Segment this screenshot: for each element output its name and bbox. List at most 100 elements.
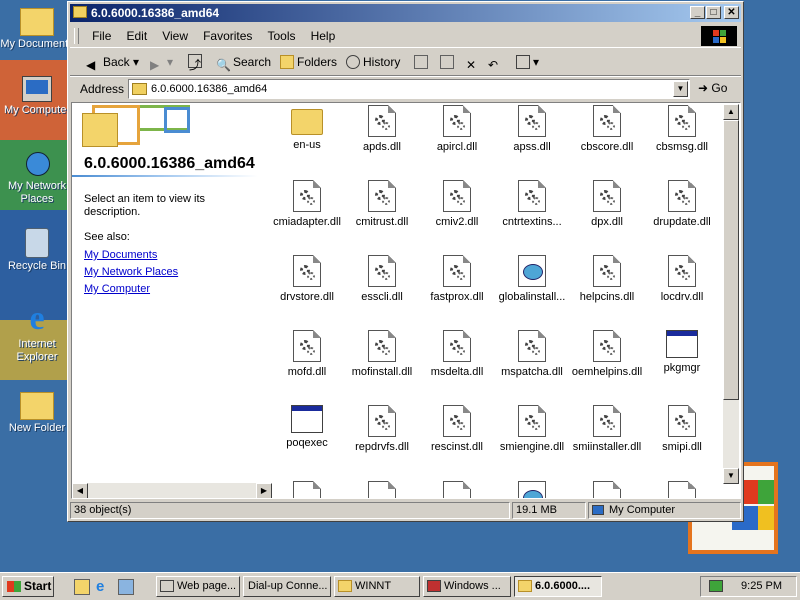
- desktop-icon-internet-explorer[interactable]: e Internet Explorer: [0, 302, 74, 364]
- file-item[interactable]: mofd.dll: [269, 330, 345, 379]
- file-item[interactable]: drupdate.dll: [644, 180, 720, 229]
- desktop-icon-my-computer[interactable]: My Computer: [0, 76, 74, 117]
- scroll-up-button[interactable]: ▲: [723, 104, 739, 120]
- file-item[interactable]: smiengine.dll: [494, 405, 570, 454]
- file-item[interactable]: [644, 481, 720, 498]
- delete-icon: ✕: [466, 58, 477, 72]
- desktop-icon-new-folder[interactable]: New Folder: [0, 388, 74, 435]
- address-input[interactable]: 6.0.6000.16386_amd64 ▼: [128, 79, 690, 99]
- taskbar: Start e Web page... Dial-up Conne... WIN…: [0, 572, 800, 600]
- desktop-icon-my-documents[interactable]: My Documents: [0, 4, 74, 51]
- address-dropdown-button[interactable]: ▼: [673, 81, 688, 97]
- file-item[interactable]: pkgmgr: [644, 330, 720, 375]
- gear-icon: [532, 197, 540, 205]
- delete-button[interactable]: ✕: [466, 52, 483, 72]
- file-item[interactable]: smipi.dll: [644, 405, 720, 454]
- menu-tools[interactable]: Tools: [262, 25, 302, 47]
- file-item[interactable]: mspatcha.dll: [494, 330, 570, 379]
- task-windows[interactable]: Windows ...: [423, 576, 511, 597]
- forward-button[interactable]: ▶ ▾: [150, 52, 173, 72]
- file-item[interactable]: esscli.dll: [344, 255, 420, 304]
- scroll-right-button[interactable]: ▶: [256, 483, 272, 498]
- file-item[interactable]: apircl.dll: [419, 105, 495, 154]
- menu-help[interactable]: Help: [305, 25, 342, 47]
- scroll-left-button[interactable]: ◀: [72, 483, 88, 498]
- history-button[interactable]: History: [346, 52, 400, 72]
- file-item[interactable]: [569, 481, 645, 498]
- file-item[interactable]: repdrvfs.dll: [344, 405, 420, 454]
- gear-icon: [607, 347, 615, 355]
- file-item[interactable]: cbsmsg.dll: [644, 105, 720, 154]
- desktop-icon-network[interactable]: My Network Places: [0, 150, 74, 206]
- address-value: 6.0.6000.16386_amd64: [151, 83, 268, 95]
- file-name: mofd.dll: [287, 366, 327, 378]
- clock[interactable]: 9:25 PM: [741, 580, 782, 592]
- outlook-express-icon[interactable]: [118, 579, 134, 595]
- menu-edit[interactable]: Edit: [120, 25, 153, 47]
- file-item[interactable]: globalinstall...: [494, 255, 570, 304]
- file-item[interactable]: apds.dll: [344, 105, 420, 154]
- file-item[interactable]: locdrv.dll: [644, 255, 720, 304]
- toolbar-grip[interactable]: [74, 28, 79, 44]
- file-item[interactable]: cmitrust.dll: [344, 180, 420, 229]
- horizontal-scrollbar[interactable]: ◀ ▶: [72, 483, 272, 498]
- file-item[interactable]: [494, 481, 570, 498]
- task-winnt[interactable]: WINNT: [334, 576, 420, 597]
- file-item[interactable]: [344, 481, 420, 498]
- desktop-icon-label: Recycle Bin: [7, 260, 67, 272]
- file-item[interactable]: helpcins.dll: [569, 255, 645, 304]
- task-web-page[interactable]: Web page...: [156, 576, 240, 597]
- vertical-scrollbar[interactable]: ▲ ▼: [723, 104, 739, 484]
- file-item[interactable]: drvstore.dll: [269, 255, 345, 304]
- link-my-documents[interactable]: My Documents: [84, 249, 157, 261]
- internet-explorer-icon[interactable]: e: [96, 579, 112, 595]
- desktop-icon-recycle-bin[interactable]: Recycle Bin: [0, 228, 74, 273]
- move-to-button[interactable]: [414, 52, 431, 72]
- start-button[interactable]: Start: [2, 576, 54, 597]
- file-item[interactable]: cmiv2.dll: [419, 180, 495, 229]
- file-item[interactable]: poqexec: [269, 405, 345, 450]
- menu-favorites[interactable]: Favorites: [197, 25, 258, 47]
- file-name: cmitrust.dll: [355, 216, 409, 228]
- title-bar[interactable]: 6.0.6000.16386_amd64 _ □ ✕: [70, 4, 741, 22]
- maximize-button[interactable]: □: [706, 6, 721, 19]
- file-name: locdrv.dll: [660, 291, 704, 303]
- task-current-folder[interactable]: 6.0.6000....: [514, 576, 602, 597]
- file-item[interactable]: cbscore.dll: [569, 105, 645, 154]
- views-button[interactable]: ▾: [516, 52, 539, 72]
- scroll-thumb[interactable]: [723, 120, 739, 400]
- network-tray-icon[interactable]: [709, 580, 723, 592]
- minimize-button[interactable]: _: [690, 6, 705, 19]
- file-item[interactable]: [419, 481, 495, 498]
- scroll-down-button[interactable]: ▼: [723, 468, 739, 484]
- search-button[interactable]: 🔍 Search: [216, 52, 271, 72]
- dll-file-icon: [518, 105, 546, 137]
- folder-item[interactable]: en-us: [269, 105, 345, 152]
- menu-file[interactable]: File: [86, 25, 117, 47]
- show-desktop-icon[interactable]: [74, 579, 90, 595]
- file-item[interactable]: [269, 481, 345, 498]
- task-dial-up[interactable]: Dial-up Conne...: [243, 576, 331, 597]
- file-item[interactable]: mofinstall.dll: [344, 330, 420, 379]
- file-item[interactable]: cmiadapter.dll: [269, 180, 345, 229]
- file-item[interactable]: oemhelpins.dll: [569, 330, 645, 379]
- address-bar: Address 6.0.6000.16386_amd64 ▼ ➜ Go: [70, 76, 741, 101]
- file-item[interactable]: rescinst.dll: [419, 405, 495, 454]
- up-folder-button[interactable]: ⤴: [188, 52, 205, 72]
- close-button[interactable]: ✕: [724, 6, 739, 19]
- file-name: smipi.dll: [662, 441, 702, 453]
- file-item[interactable]: apss.dll: [494, 105, 570, 154]
- copy-to-button[interactable]: [440, 52, 457, 72]
- file-item[interactable]: msdelta.dll: [419, 330, 495, 379]
- go-button[interactable]: ➜ Go: [698, 81, 727, 95]
- undo-button[interactable]: ↶: [488, 52, 505, 72]
- menu-view[interactable]: View: [156, 25, 194, 47]
- file-item[interactable]: fastprox.dll: [419, 255, 495, 304]
- back-button[interactable]: ◀ Back ▾: [86, 52, 139, 72]
- file-item[interactable]: dpx.dll: [569, 180, 645, 229]
- link-my-computer[interactable]: My Computer: [84, 283, 150, 295]
- link-my-network-places[interactable]: My Network Places: [84, 266, 178, 278]
- folders-button[interactable]: Folders: [280, 52, 337, 72]
- file-item[interactable]: cntrtextins...: [494, 180, 570, 229]
- file-item[interactable]: smiinstaller.dll: [569, 405, 645, 454]
